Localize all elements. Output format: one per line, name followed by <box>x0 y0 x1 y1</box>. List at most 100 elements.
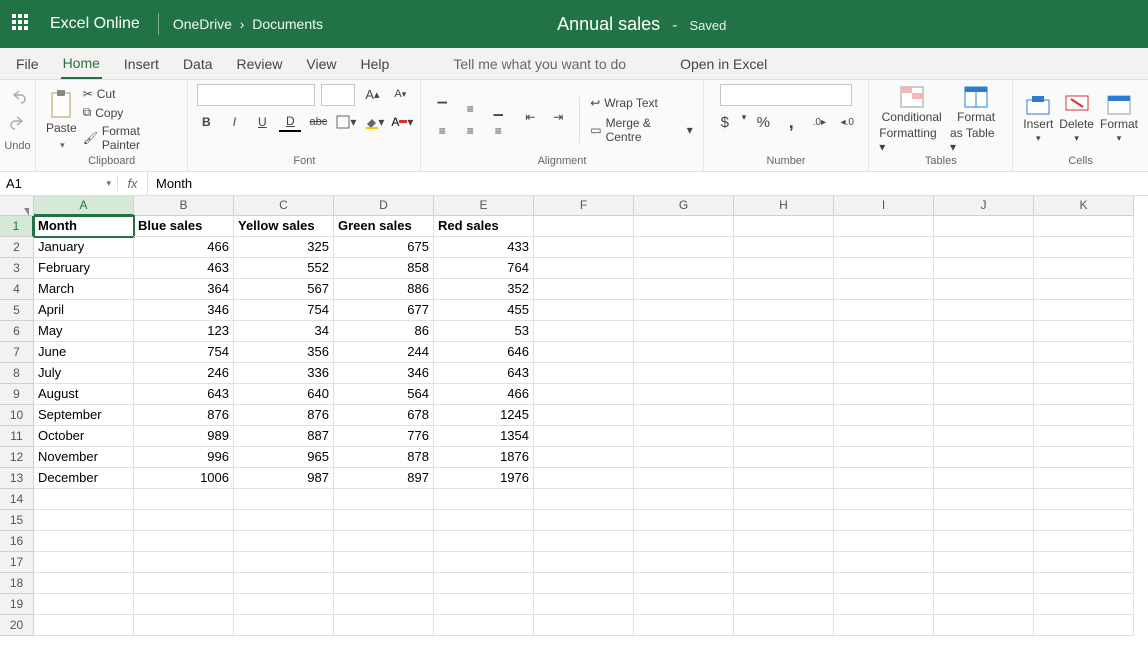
cell[interactable]: 564 <box>334 384 434 405</box>
cell[interactable] <box>334 615 434 636</box>
cell[interactable] <box>234 573 334 594</box>
format-cells-button[interactable]: Format▾ <box>1100 95 1138 144</box>
italic-button[interactable]: I <box>223 112 245 132</box>
row-header[interactable]: 5 <box>0 300 34 321</box>
cell[interactable] <box>534 237 634 258</box>
cell[interactable] <box>1034 615 1134 636</box>
align-left-button[interactable]: ≡ <box>431 121 453 141</box>
cell[interactable]: 364 <box>134 279 234 300</box>
cell[interactable]: 886 <box>334 279 434 300</box>
cell[interactable] <box>734 447 834 468</box>
cell[interactable]: 754 <box>134 342 234 363</box>
cell[interactable]: Yellow sales <box>234 216 334 237</box>
cell[interactable] <box>834 279 934 300</box>
cell[interactable] <box>934 384 1034 405</box>
cell[interactable]: 466 <box>434 384 534 405</box>
cell[interactable]: 643 <box>134 384 234 405</box>
row-header[interactable]: 3 <box>0 258 34 279</box>
tell-me-search[interactable]: Tell me what you want to do <box>451 50 628 78</box>
align-bottom-button[interactable]: ▁ <box>487 99 509 119</box>
cell[interactable] <box>34 489 134 510</box>
cell[interactable] <box>434 489 534 510</box>
cell[interactable] <box>934 489 1034 510</box>
cell[interactable] <box>834 216 934 237</box>
tab-help[interactable]: Help <box>359 50 392 78</box>
cell[interactable] <box>734 216 834 237</box>
row-header[interactable]: 15 <box>0 510 34 531</box>
cell[interactable] <box>734 384 834 405</box>
cell[interactable] <box>334 552 434 573</box>
cell[interactable]: March <box>34 279 134 300</box>
format-painter-button[interactable]: 🖌Format Painter <box>83 124 178 152</box>
cell[interactable] <box>934 279 1034 300</box>
cell[interactable]: January <box>34 237 134 258</box>
row-header[interactable]: 2 <box>0 237 34 258</box>
wrap-text-button[interactable]: ↩Wrap Text <box>590 96 693 110</box>
cell[interactable]: 1006 <box>134 468 234 489</box>
fill-color-button[interactable]: ▾ <box>363 112 385 132</box>
cell[interactable] <box>1034 468 1134 489</box>
paste-button[interactable]: Paste <box>46 89 77 151</box>
cell[interactable] <box>534 552 634 573</box>
cell[interactable] <box>734 468 834 489</box>
cell[interactable] <box>534 300 634 321</box>
cell[interactable] <box>734 489 834 510</box>
row-header[interactable]: 19 <box>0 594 34 615</box>
formula-value[interactable]: Month <box>148 176 192 191</box>
cell[interactable] <box>634 489 734 510</box>
cell[interactable] <box>534 594 634 615</box>
fx-icon[interactable]: fx <box>118 172 148 196</box>
dbl-underline-button[interactable]: D <box>279 112 301 132</box>
cell[interactable] <box>934 216 1034 237</box>
increase-decimal-button[interactable]: .0▸ <box>808 112 830 132</box>
cell[interactable] <box>1034 573 1134 594</box>
cell[interactable] <box>934 258 1034 279</box>
cell[interactable]: 996 <box>134 447 234 468</box>
row-header[interactable]: 6 <box>0 321 34 342</box>
cell[interactable] <box>1034 300 1134 321</box>
cell[interactable] <box>734 615 834 636</box>
row-header[interactable]: 1 <box>0 216 34 237</box>
col-header-B[interactable]: B <box>134 196 234 216</box>
cell[interactable]: 466 <box>134 237 234 258</box>
cell[interactable] <box>734 573 834 594</box>
cell[interactable] <box>634 552 734 573</box>
cell[interactable] <box>234 510 334 531</box>
cell[interactable] <box>834 258 934 279</box>
cell[interactable] <box>534 615 634 636</box>
cell[interactable] <box>634 216 734 237</box>
cell[interactable] <box>334 531 434 552</box>
underline-button[interactable]: U <box>251 112 273 132</box>
cell[interactable]: 640 <box>234 384 334 405</box>
cell[interactable] <box>434 552 534 573</box>
cell[interactable] <box>634 447 734 468</box>
crumb-documents[interactable]: Documents <box>252 16 323 32</box>
cell[interactable] <box>834 531 934 552</box>
cell[interactable] <box>34 594 134 615</box>
cell[interactable] <box>534 510 634 531</box>
cell[interactable] <box>234 594 334 615</box>
cell[interactable] <box>834 447 934 468</box>
cell[interactable] <box>534 216 634 237</box>
cell[interactable] <box>134 531 234 552</box>
cell[interactable] <box>934 300 1034 321</box>
cell[interactable]: 552 <box>234 258 334 279</box>
col-header-G[interactable]: G <box>634 196 734 216</box>
comma-button[interactable]: , <box>780 112 802 132</box>
cell[interactable] <box>534 363 634 384</box>
cell[interactable]: June <box>34 342 134 363</box>
tab-home[interactable]: Home <box>61 49 102 79</box>
align-right-button[interactable]: ≡ <box>487 121 509 141</box>
row-header[interactable]: 4 <box>0 279 34 300</box>
cell[interactable]: 678 <box>334 405 434 426</box>
cell[interactable] <box>1034 552 1134 573</box>
cell[interactable] <box>334 489 434 510</box>
number-format-select[interactable] <box>720 84 852 106</box>
cell[interactable] <box>1034 216 1134 237</box>
row-header[interactable]: 8 <box>0 363 34 384</box>
cell[interactable] <box>934 468 1034 489</box>
col-header-E[interactable]: E <box>434 196 534 216</box>
cell[interactable] <box>1034 489 1134 510</box>
col-header-I[interactable]: I <box>834 196 934 216</box>
cell[interactable] <box>834 300 934 321</box>
